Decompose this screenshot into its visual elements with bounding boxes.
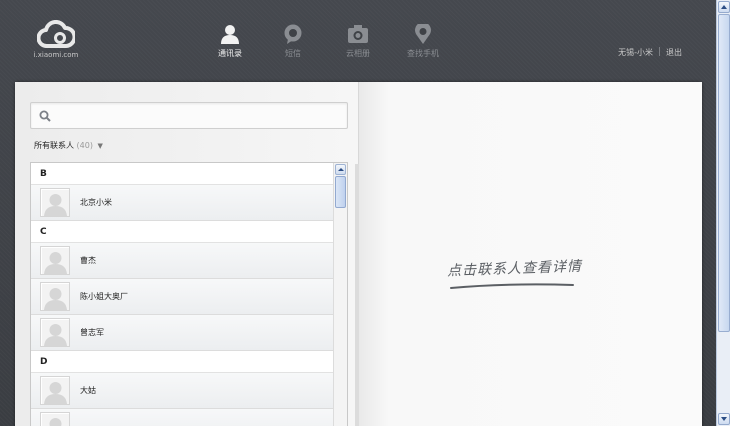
contact-filter-dropdown[interactable]: 所有联系人 (40) ▼	[34, 140, 103, 151]
contact-name: 北京小米	[80, 198, 112, 207]
chevron-down-icon: ▼	[97, 142, 103, 150]
contact-item[interactable]: 曹杰	[31, 243, 334, 279]
scroll-up-button[interactable]	[335, 164, 346, 175]
contact-detail-pane	[359, 82, 702, 426]
avatar	[40, 412, 70, 426]
window-scrollbar[interactable]	[716, 0, 730, 426]
group-header-d: D	[31, 351, 347, 373]
filter-label: 所有联系人	[34, 141, 74, 150]
contact-list: B 北京小米 C 曹杰 陈小姐大奥厂 曾志军 D 大姑	[30, 162, 348, 426]
contact-item[interactable]: 北京小米	[31, 185, 334, 221]
user-name-link[interactable]: 无锡-小米	[618, 48, 653, 57]
nav-label: 云相册	[346, 49, 370, 58]
scroll-thumb[interactable]	[718, 14, 730, 332]
nav-contacts[interactable]: 通讯录	[202, 24, 258, 59]
cloud-icon	[37, 20, 75, 48]
nav-label: 短信	[285, 49, 301, 58]
logo-text: i.xiaomi.com	[33, 51, 79, 59]
avatar	[40, 188, 70, 217]
nav-label: 通讯录	[218, 49, 242, 58]
scroll-thumb[interactable]	[335, 176, 346, 208]
hint-underline	[450, 283, 574, 289]
scroll-up-button[interactable]	[718, 1, 730, 13]
avatar	[40, 376, 70, 405]
person-icon	[221, 25, 239, 44]
default-avatar-icon	[42, 284, 69, 310]
group-header-b: B	[31, 163, 347, 185]
avatar	[40, 282, 70, 311]
contact-name: 大姑	[80, 386, 96, 395]
contact-list-scrollbar[interactable]	[333, 163, 347, 426]
user-area: 无锡-小米 退出	[618, 47, 682, 58]
chat-bubble-icon	[284, 24, 302, 44]
xiaomi-cloud-logo[interactable]: i.xiaomi.com	[33, 20, 79, 60]
default-avatar-icon	[42, 320, 69, 346]
default-avatar-icon	[42, 378, 69, 404]
contacts-panel: 所有联系人 (40) ▼ B 北京小米 C 曹杰 陈小姐大奥厂 曾志军 D 大姑	[15, 82, 702, 426]
default-avatar-icon	[42, 190, 69, 216]
group-header-c: C	[31, 221, 347, 243]
contact-name: 曾志军	[80, 328, 104, 337]
logout-link[interactable]: 退出	[666, 48, 682, 57]
contact-count: (40)	[76, 141, 93, 150]
contact-name: 曹杰	[80, 256, 96, 265]
contact-item[interactable]	[31, 409, 334, 426]
nav-sms[interactable]: 短信	[265, 24, 321, 59]
nav-cloud-album[interactable]: 云相册	[330, 24, 386, 59]
search-icon	[39, 110, 51, 122]
scroll-down-button[interactable]	[718, 413, 730, 425]
select-contact-hint: 点击联系人查看详情	[446, 258, 583, 289]
search-input[interactable]	[30, 102, 348, 129]
nav-label: 查找手机	[407, 49, 439, 58]
contact-item[interactable]: 曾志军	[31, 315, 334, 351]
camera-icon	[348, 25, 368, 43]
avatar	[40, 318, 70, 347]
contact-item[interactable]: 大姑	[31, 373, 334, 409]
location-pin-icon	[415, 24, 431, 44]
default-avatar-icon	[42, 414, 69, 426]
contact-item[interactable]: 陈小姐大奥厂	[31, 279, 334, 315]
hint-text: 点击联系人查看详情	[446, 258, 583, 280]
contact-list-pane: 所有联系人 (40) ▼ B 北京小米 C 曹杰 陈小姐大奥厂 曾志军 D 大姑	[15, 82, 359, 426]
separator	[659, 47, 660, 56]
nav-find-phone[interactable]: 查找手机	[395, 24, 451, 59]
contact-name: 陈小姐大奥厂	[80, 292, 128, 301]
default-avatar-icon	[42, 248, 69, 274]
avatar	[40, 246, 70, 275]
